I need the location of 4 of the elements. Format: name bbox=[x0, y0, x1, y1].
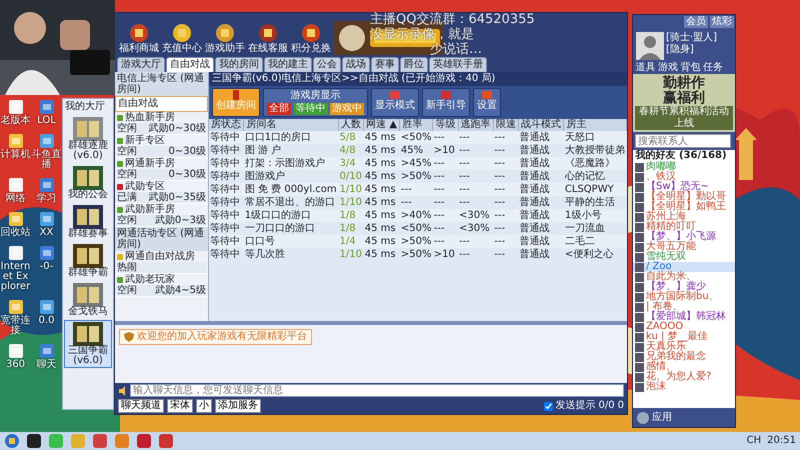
start-button-icon[interactable] bbox=[4, 433, 20, 449]
app-icon[interactable] bbox=[26, 433, 42, 449]
tray-text[interactable]: CH bbox=[746, 435, 762, 447]
clock-text[interactable]: 20:51 bbox=[767, 435, 796, 447]
